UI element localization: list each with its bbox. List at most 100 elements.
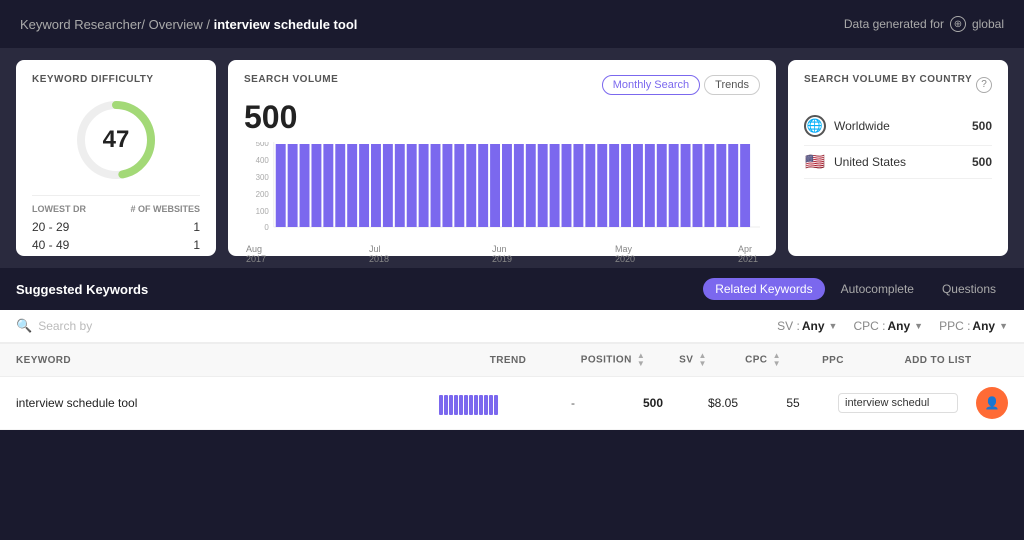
kd-count-1: 1 [193,220,200,234]
x-label-4: May2020 [615,244,635,264]
sv-filter-label: SV : [777,319,800,333]
search-placeholder[interactable]: Search by [38,319,92,333]
sv-filter[interactable]: SV : Any ▼ [777,319,837,333]
sv-tabs: Monthly Search Trends [602,75,760,95]
help-icon[interactable]: ? [976,77,992,93]
search-input-wrap: 🔍 Search by [16,318,92,334]
cpc-filter[interactable]: CPC : Any ▼ [853,319,923,333]
data-source-region: global [972,17,1004,31]
breadcrumb-keyword: interview schedule tool [214,17,358,32]
trend-bar-6 [464,395,468,415]
keywords-table: KEYWORD TREND POSITION ▲▼ SV ▲▼ CPC ▲▼ P… [0,343,1024,430]
breadcrumb: Keyword Researcher/ Overview / interview… [20,17,357,32]
trend-bar-9 [479,395,483,415]
x-label-3: Jun2019 [492,244,512,264]
breadcrumb-prefix: Keyword Researcher/ Overview / [20,17,214,32]
sk-tab-questions[interactable]: Questions [930,278,1008,300]
x-label-2: Jul2018 [369,244,389,264]
top-bar: Keyword Researcher/ Overview / interview… [0,0,1024,48]
avatar[interactable]: 👤 [976,387,1008,419]
chart-area: 500 400 300 200 100 0 [244,142,760,242]
country-info-us: 🇺🇸 United States [804,154,906,170]
kd-table: LOWEST DR # OF WEBSITES 20 - 29 1 40 - 4… [32,195,200,252]
kd-col-dr: LOWEST DR [32,204,86,214]
country-info-worldwide: 🌐 Worldwide [804,115,890,137]
filter-bar: 🔍 Search by SV : Any ▼ CPC : Any ▼ PPC :… [0,310,1024,343]
ppc-filter-arrow: ▼ [999,321,1008,331]
filter-dropdowns: SV : Any ▼ CPC : Any ▼ PPC : Any ▼ [777,319,1008,333]
col-header-position[interactable]: POSITION ▲▼ [568,352,658,368]
trend-bar-7 [469,395,473,415]
sv-filter-value: Any [802,319,825,333]
svg-text:200: 200 [256,190,270,199]
x-label-1: Aug2017 [246,244,266,264]
svg-text:300: 300 [256,173,270,182]
svc-card-title: SEARCH VOLUME BY COUNTRY [804,74,972,85]
sk-tab-autocomplete[interactable]: Autocomplete [829,278,926,300]
x-label-5: Apr2021 [738,244,758,264]
trend-bar-2 [444,395,448,415]
sv-filter-arrow: ▼ [829,321,838,331]
country-name-worldwide: Worldwide [834,119,890,133]
col-header-sv[interactable]: SV ▲▼ [658,352,728,368]
ppc-filter[interactable]: PPC : Any ▼ [939,319,1008,333]
sv-tab-trends[interactable]: Trends [704,75,760,95]
cell-position: - [528,396,618,410]
sv-number: 500 [244,99,760,136]
cpc-filter-arrow: ▼ [914,321,923,331]
trend-bar-11 [489,395,493,415]
kd-card-title: KEYWORD DIFFICULTY [32,74,200,85]
svg-text:500: 500 [256,142,270,148]
bottom-section: Suggested Keywords Related Keywords Auto… [0,268,1024,430]
kd-count-2: 1 [193,238,200,252]
cell-trend [408,391,528,415]
country-sv-worldwide: 500 [972,119,992,133]
sk-tabs: Related Keywords Autocomplete Questions [703,278,1008,300]
country-row-us: 🇺🇸 United States 500 [804,146,992,179]
gauge: 47 [71,95,161,185]
col-header-cpc[interactable]: CPC ▲▼ [728,352,798,368]
col-header-keyword: KEYWORD [16,355,448,366]
cpc-filter-value: Any [887,319,910,333]
country-name-us: United States [834,155,906,169]
table-row: interview schedule tool - [0,377,1024,430]
sv-tab-monthly[interactable]: Monthly Search [602,75,700,95]
country-row-worldwide: 🌐 Worldwide 500 [804,107,992,146]
worldwide-globe-icon: 🌐 [804,115,826,137]
cards-row: KEYWORD DIFFICULTY 47 LOWEST DR # OF WEB… [0,48,1024,268]
svg-text:0: 0 [264,223,269,232]
cell-add [828,393,968,413]
kd-range-1: 20 - 29 [32,220,69,234]
add-to-list-input[interactable] [838,393,958,413]
trend-bar-8 [474,395,478,415]
kd-row-2: 40 - 49 1 [32,238,200,252]
sv-card-header: SEARCH VOLUME Monthly Search Trends [244,74,760,95]
us-flag-icon: 🇺🇸 [804,154,826,170]
ppc-filter-label: PPC : [939,319,970,333]
svc-card: SEARCH VOLUME BY COUNTRY ? 🌐 Worldwide 5… [788,60,1008,256]
trend-bar-5 [459,395,463,415]
trend-bars [439,391,498,415]
trend-bar-10 [484,395,488,415]
cpc-filter-label: CPC : [853,319,885,333]
gauge-container: 47 [32,95,200,185]
kd-table-header: LOWEST DR # OF WEBSITES [32,204,200,214]
cell-ppc: 55 [758,396,828,410]
sv-sort-icon: ▲▼ [699,352,707,368]
chart-x-labels: Aug2017 Jul2018 Jun2019 May2020 Apr2021 [244,244,760,264]
svg-text:100: 100 [256,207,270,216]
col-header-ppc: PPC [798,355,868,366]
gauge-value: 47 [103,126,130,154]
search-icon: 🔍 [16,318,32,334]
col-header-trend: TREND [448,355,568,366]
cell-keyword: interview schedule tool [16,396,408,410]
trend-bar-4 [454,395,458,415]
sk-tab-related[interactable]: Related Keywords [703,278,824,300]
globe-icon: ⊕ [950,16,966,32]
col-header-add: ADD TO LIST [868,355,1008,366]
keyword-difficulty-card: KEYWORD DIFFICULTY 47 LOWEST DR # OF WEB… [16,60,216,256]
country-sv-us: 500 [972,155,992,169]
kd-range-2: 40 - 49 [32,238,69,252]
trend-bar-12 [494,395,498,415]
kd-row-1: 20 - 29 1 [32,220,200,234]
